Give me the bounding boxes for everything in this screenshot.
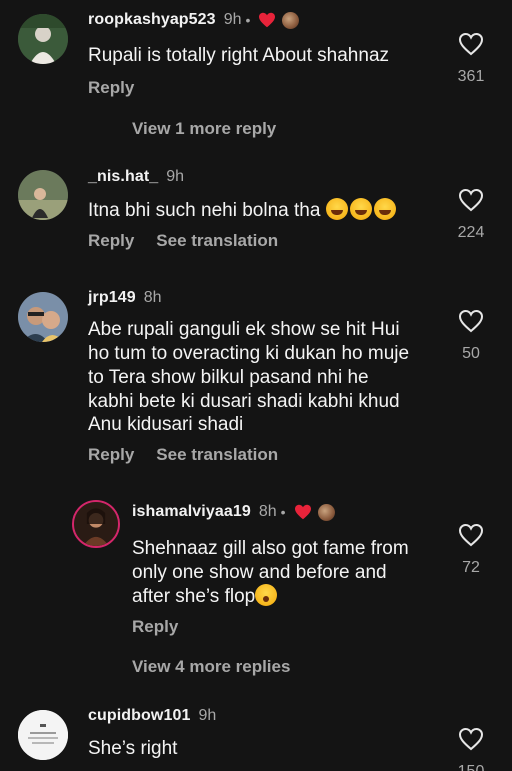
comment-header: jrp149 8h [88,289,162,307]
comments-list: roopkashyap523 9h • Rupali is totally ri… [0,0,512,771]
comment-text: Itna bhi such nehi bolna tha [88,198,398,223]
view-replies-button[interactable]: View 4 more replies [132,657,290,677]
separator-dot: • [245,12,251,28]
avatar[interactable] [18,170,68,220]
reply-button[interactable]: Reply [88,78,134,98]
like-control: 72 [441,523,501,577]
creator-heart-icon [294,504,311,520]
heart-outline-icon[interactable] [458,188,484,212]
kissing-face-icon [255,584,278,606]
reply-button[interactable]: Reply [88,445,134,465]
see-translation-button[interactable]: See translation [156,445,278,465]
creator-heart-icon [259,12,276,28]
reply-button[interactable]: Reply [88,231,134,251]
comment-text-line: Shehnaaz gill also got fame from [132,538,409,559]
heart-outline-icon[interactable] [458,309,484,333]
like-count: 361 [457,68,485,85]
username[interactable]: ishamalviyaa19 [132,503,251,521]
comment-header: cupidbow101 9h [88,707,216,725]
avatar[interactable] [72,500,120,548]
comment-text-line: ho tum to overacting ki dukan ho muje [88,343,410,364]
like-count: 50 [462,345,480,362]
comment-text: She’s right [88,738,178,759]
comment-actions: Reply See translation [88,445,278,465]
heart-outline-icon[interactable] [458,523,484,547]
username[interactable]: roopkashyap523 [88,11,216,29]
comment-actions: Reply [132,617,178,637]
creator-avatar [317,503,335,521]
like-count: 150 [458,763,485,771]
view-replies-button[interactable]: View 1 more reply [132,119,276,139]
like-control: 50 [441,309,501,363]
heart-outline-icon[interactable] [458,727,484,751]
separator-dot: • [280,504,286,520]
comment-text-line: only one show and before and [132,562,387,583]
comment-header: _nis.hat_ 9h [88,168,184,186]
avatar[interactable] [18,292,68,342]
heart-outline-icon[interactable] [458,32,484,56]
avatar[interactable] [18,710,68,760]
see-translation-button[interactable]: See translation [156,231,278,251]
comment-text-line: Abe rupali ganguli ek show se hit Hui [88,319,400,340]
creator-avatar [282,11,300,29]
timestamp: 9h [198,707,217,724]
comment-text-line: kabhi bete ki dusari shadi kabhi khud [88,391,400,412]
like-count: 72 [462,559,480,576]
reply-button[interactable]: Reply [132,617,178,637]
comment-header: roopkashyap523 9h • [88,11,300,29]
username[interactable]: cupidbow101 [88,707,190,725]
like-control: 224 [441,188,501,242]
comment-text-line: Anu kidusari shadi [88,414,244,435]
timestamp: 8h [258,503,277,520]
like-control: 150 [441,727,501,771]
laughing-emoji-icon [325,198,398,221]
timestamp: 9h [223,11,242,28]
timestamp: 8h [143,289,162,306]
username[interactable]: _nis.hat_ [88,168,158,186]
comment-text: Rupali is totally right About shahnaz [88,45,390,66]
comment-text-line: to Tera show bilkul pasand nhi he [88,367,369,388]
comment-actions: Reply [88,78,134,98]
timestamp: 9h [166,168,185,185]
like-control: 361 [441,32,501,86]
comment-text-body: after she’s flop [132,586,256,607]
comment-text-line-with-emoji: after she’s flop [132,584,279,609]
comment-header: ishamalviyaa19 8h • [132,503,335,521]
like-count: 224 [457,224,485,241]
comment-actions: Reply See translation [88,231,278,251]
username[interactable]: jrp149 [88,289,136,307]
avatar[interactable] [18,14,68,64]
comment-text-body: Itna bhi such nehi bolna tha [88,200,321,221]
